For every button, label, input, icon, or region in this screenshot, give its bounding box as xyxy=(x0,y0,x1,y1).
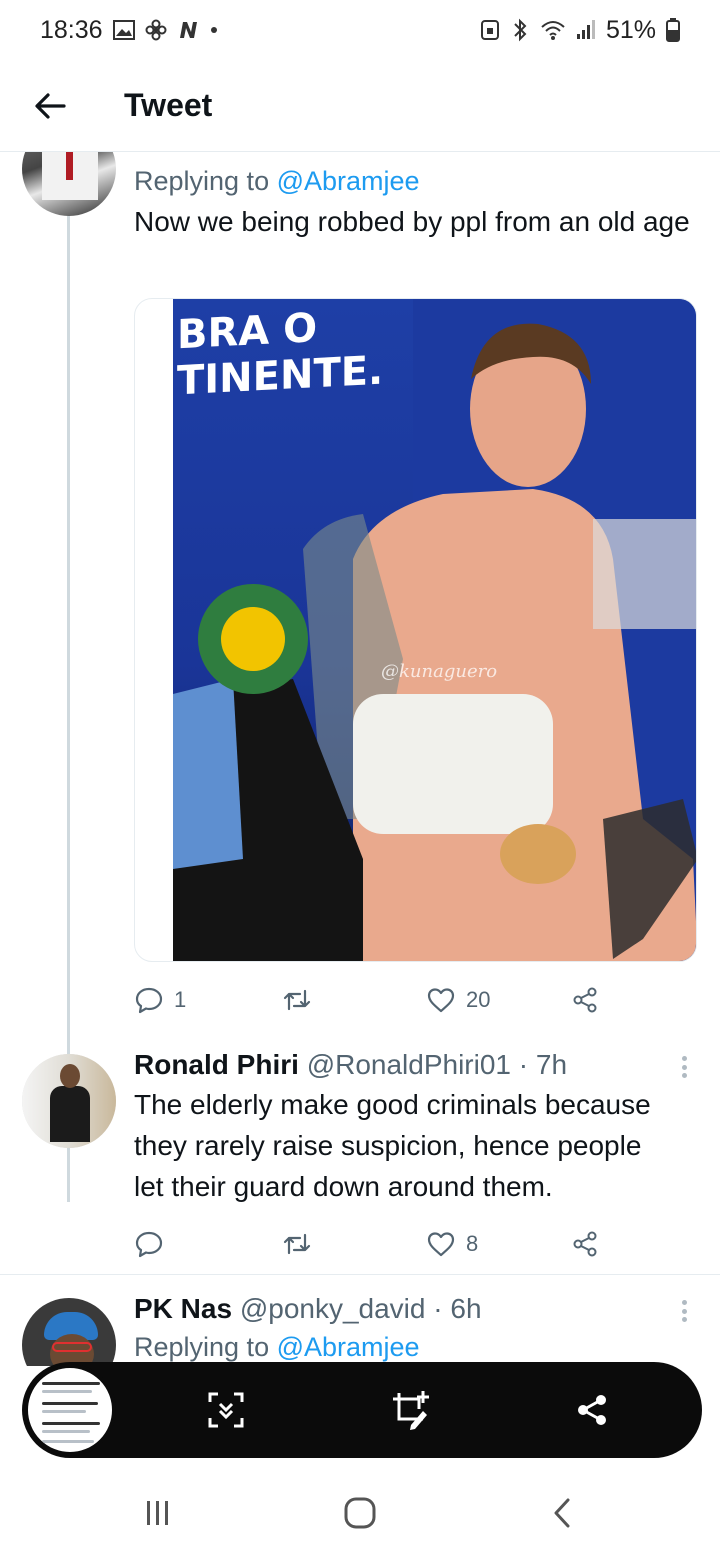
reply-button[interactable]: 1 xyxy=(134,980,186,1020)
n-app-icon xyxy=(177,20,199,40)
share-screenshot-button[interactable] xyxy=(566,1384,618,1436)
photo-banner-text: BRA O TINENTE. xyxy=(177,305,384,405)
wifi-icon xyxy=(540,19,566,41)
arrow-left-icon xyxy=(35,92,66,119)
retweet-icon xyxy=(283,989,311,1011)
tweet-thread[interactable]: Replying to @Abramjee Now we being robbe… xyxy=(0,152,720,1366)
share-icon xyxy=(573,987,597,1013)
recents-button[interactable] xyxy=(128,1488,188,1538)
status-bar: 18:36 51% xyxy=(0,0,720,60)
bluetooth-icon xyxy=(510,18,530,42)
photo: BRA O TINENTE. @kunaguero xyxy=(173,299,696,961)
screenshot-toolbar xyxy=(22,1362,702,1458)
retweet-button[interactable] xyxy=(282,1224,322,1264)
author-name[interactable]: PK Nas xyxy=(134,1293,232,1324)
dot-icon xyxy=(209,25,219,35)
signal-icon xyxy=(576,19,596,41)
screenshot-thumbnail[interactable] xyxy=(24,1364,116,1456)
retweet-icon xyxy=(283,1233,311,1255)
tweet-divider xyxy=(0,1274,720,1275)
avatar[interactable] xyxy=(22,1298,116,1366)
author-handle[interactable]: @RonaldPhiri01 xyxy=(307,1049,511,1080)
back-nav-button[interactable] xyxy=(532,1488,592,1538)
photo-watermark: @kunaguero xyxy=(381,661,498,682)
avatar[interactable] xyxy=(22,1054,116,1148)
tweet-time: · 6h xyxy=(433,1293,482,1324)
fan-icon xyxy=(145,19,167,41)
status-time: 18:36 xyxy=(40,15,103,44)
crop-edit-button[interactable] xyxy=(384,1384,436,1436)
crop-edit-icon xyxy=(393,1391,429,1430)
tweet-actions: 1 20 xyxy=(134,980,614,1020)
reply-icon xyxy=(135,987,163,1014)
reply-icon xyxy=(135,1231,163,1258)
heart-icon xyxy=(427,1232,455,1257)
reply-button[interactable] xyxy=(134,1224,174,1264)
battery-icon xyxy=(666,18,680,42)
author-name[interactable]: Ronald Phiri xyxy=(134,1049,299,1080)
tweet-author-row: Ronald Phiri @RonaldPhiri01 · 7h xyxy=(134,1048,674,1082)
tweet-content[interactable]: Replying to @Abramjee Now we being robbe… xyxy=(134,166,694,242)
share-icon xyxy=(578,1395,606,1425)
like-count: 20 xyxy=(466,987,491,1012)
retweet-button[interactable] xyxy=(282,980,322,1020)
scroll-capture-button[interactable] xyxy=(200,1384,252,1436)
back-button[interactable] xyxy=(20,76,80,136)
more-options-button[interactable] xyxy=(674,1052,694,1082)
share-button[interactable] xyxy=(570,980,600,1020)
tweet-text: Now we being robbed by ppl from an old a… xyxy=(134,206,690,237)
home-button[interactable] xyxy=(330,1488,390,1538)
share-icon xyxy=(573,1231,597,1257)
image-icon xyxy=(112,20,135,40)
like-button[interactable]: 8 xyxy=(426,1224,478,1264)
replying-to: Replying to @Abramjee xyxy=(134,166,420,196)
replying-to: Replying to @Abramjee xyxy=(134,1332,420,1362)
recents-icon xyxy=(147,1501,168,1525)
avatar[interactable] xyxy=(22,152,116,216)
app-header: Tweet xyxy=(0,60,720,152)
scroll-capture-icon xyxy=(208,1392,244,1428)
tweet-time: · 7h xyxy=(518,1049,568,1080)
tweet-actions: 8 xyxy=(134,1224,614,1264)
lock-icon xyxy=(480,19,500,41)
reply-count: 1 xyxy=(174,987,187,1012)
tweet-author-row: PK Nas @ponky_david · 6h xyxy=(134,1292,674,1326)
tweet-image[interactable]: BRA O TINENTE. @kunaguero xyxy=(134,298,697,962)
battery-percent: 51% xyxy=(605,15,656,44)
page-title: Tweet xyxy=(124,87,213,123)
author-handle[interactable]: @ponky_david xyxy=(240,1293,426,1324)
more-options-button[interactable] xyxy=(674,1296,694,1326)
reply-handle-link[interactable]: @Abramjee xyxy=(277,166,420,196)
tweet-content[interactable]: Ronald Phiri @RonaldPhiri01 · 7h The eld… xyxy=(134,1048,674,1207)
like-count: 8 xyxy=(466,1231,479,1256)
share-button[interactable] xyxy=(570,1224,600,1264)
tweet-text: The elderly make good criminals because … xyxy=(134,1089,651,1202)
system-nav-bar xyxy=(0,1466,720,1560)
like-button[interactable]: 20 xyxy=(426,980,490,1020)
tweet-content[interactable]: PK Nas @ponky_david · 6h Replying to @Ab… xyxy=(134,1292,674,1363)
home-icon xyxy=(344,1497,376,1529)
back-icon xyxy=(554,1498,570,1528)
reply-handle-link[interactable]: @Abramjee xyxy=(277,1332,420,1362)
heart-icon xyxy=(427,988,455,1013)
